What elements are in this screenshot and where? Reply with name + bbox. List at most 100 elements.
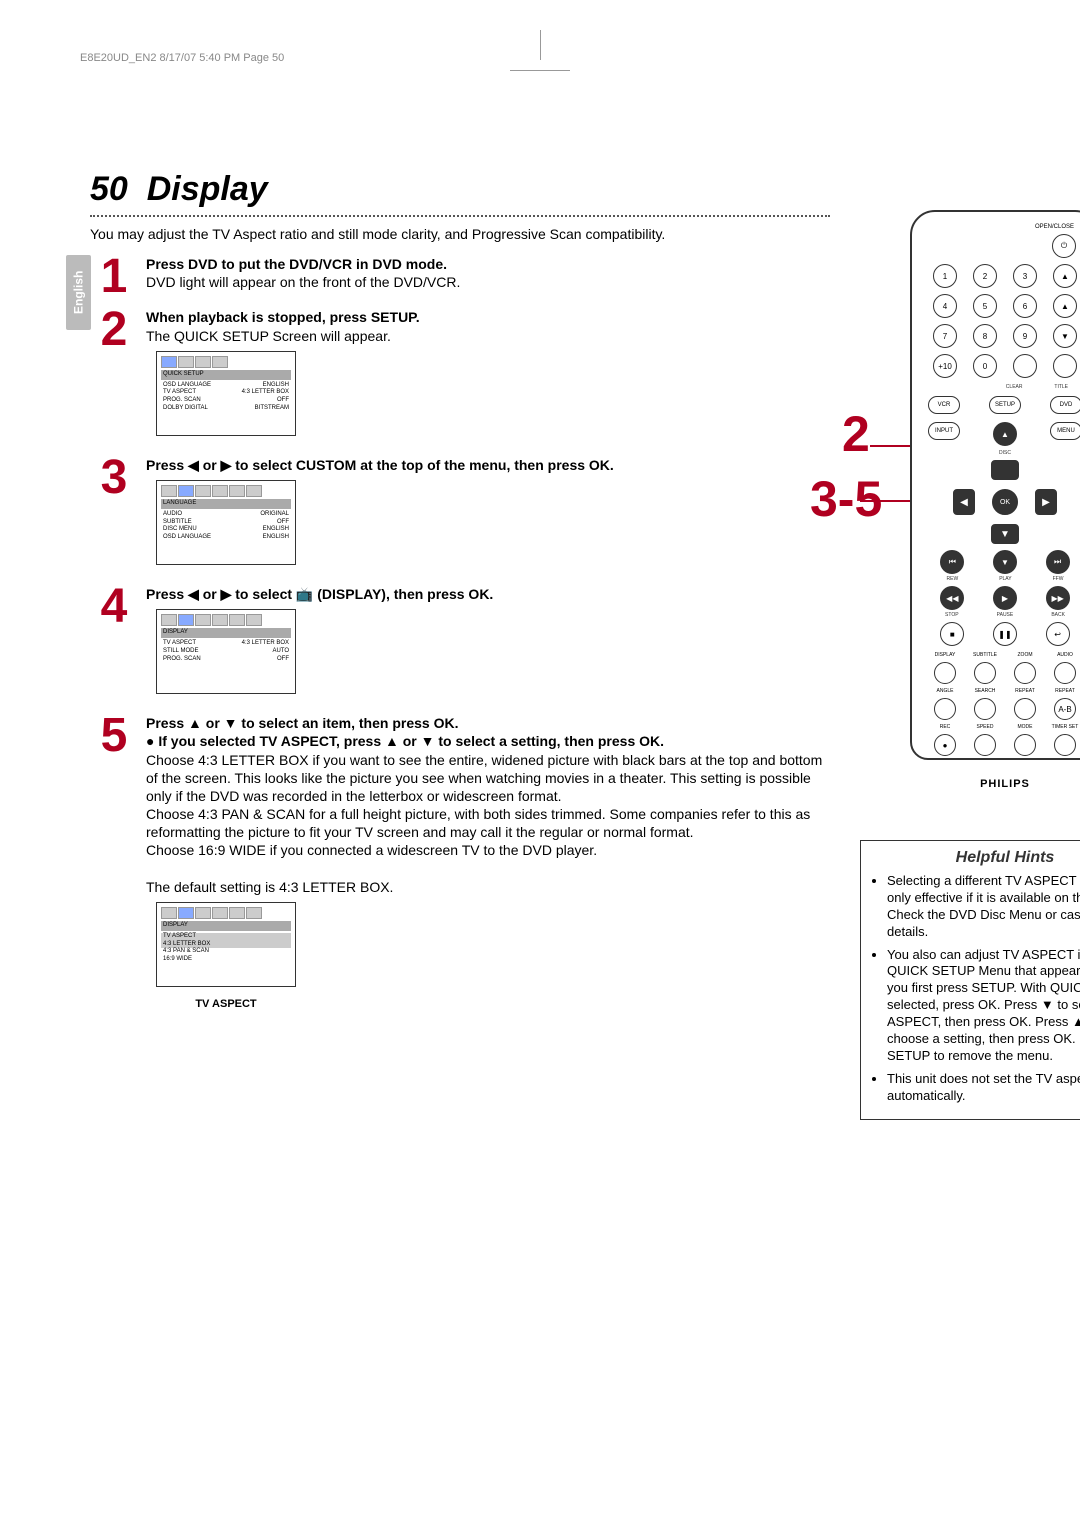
num-5[interactable]: 5 bbox=[973, 294, 997, 318]
manual-page: E8E20UD_EN2 8/17/07 5:40 PM Page 50 Engl… bbox=[0, 0, 1080, 1528]
stop-button[interactable]: ■ bbox=[940, 622, 964, 646]
num-1[interactable]: 1 bbox=[933, 264, 957, 288]
pause-button[interactable]: ❚❚ bbox=[993, 622, 1017, 646]
num-3[interactable]: 3 bbox=[1013, 264, 1037, 288]
next-button[interactable]: ⏭ bbox=[1046, 550, 1070, 574]
step-1: 1 Press DVD to put the DVD/VCR in DVD mo… bbox=[90, 255, 830, 298]
step-5-p2: Choose 4:3 PAN & SCAN for a full height … bbox=[146, 806, 810, 840]
step-2-number: 2 bbox=[90, 308, 138, 351]
right-column: 1 2 3-5 OPEN/CLOSE ⏻ 1 2 3 ▲ 4 5 bbox=[860, 170, 1080, 1120]
step-1-text: DVD light will appear on the front of th… bbox=[146, 274, 460, 290]
callout-3-5: 3-5 bbox=[810, 470, 882, 528]
remote-figure: 1 2 3-5 OPEN/CLOSE ⏻ 1 2 3 ▲ 4 5 bbox=[910, 210, 1080, 760]
divider-dotted bbox=[90, 215, 830, 217]
osd-quick-setup: QUICK SETUP OSD LANGUAGEENGLISH TV ASPEC… bbox=[156, 351, 296, 436]
vcr-button[interactable]: VCR bbox=[928, 396, 960, 414]
step-2-text: The QUICK SETUP Screen will appear. bbox=[146, 328, 391, 344]
step-1-heading: Press DVD to put the DVD/VCR in DVD mode… bbox=[146, 256, 447, 272]
osd-language: LANGUAGE AUDIOORIGINAL SUBTITLEOFF DISC … bbox=[156, 480, 296, 565]
hint-item: This unit does not set the TV aspect aut… bbox=[887, 1071, 1080, 1105]
left-column: 50 Display You may adjust the TV Aspect … bbox=[90, 170, 830, 1120]
page-content: 50 Display You may adjust the TV Aspect … bbox=[90, 170, 1010, 1120]
speed-button[interactable] bbox=[974, 734, 996, 756]
num-7[interactable]: 7 bbox=[933, 324, 957, 348]
display-button[interactable] bbox=[934, 662, 956, 684]
step-5-subheading: ● If you selected TV ASPECT, press ▲ or … bbox=[146, 733, 664, 749]
step-4: 4 Press ◀ or ▶ to select 📺 (DISPLAY), th… bbox=[90, 585, 830, 704]
setup-button[interactable]: SETUP bbox=[989, 396, 1021, 414]
mode-row: VCR SETUP DVD bbox=[926, 394, 1080, 416]
eject-button[interactable]: ▲ bbox=[1053, 264, 1077, 288]
number-pad: 1 2 3 ▲ 4 5 6 ▲ 7 8 9 ▼ +10 0 bbox=[926, 262, 1080, 380]
rew-button[interactable]: ◀◀ bbox=[940, 586, 964, 610]
step-4-heading: Press ◀ or ▶ to select 📺 (DISPLAY), then… bbox=[146, 586, 493, 602]
num-plus10[interactable]: +10 bbox=[933, 354, 957, 378]
search-button[interactable] bbox=[974, 698, 996, 720]
play-down-button[interactable]: ▼ bbox=[993, 550, 1017, 574]
num-0[interactable]: 0 bbox=[973, 354, 997, 378]
osd-display: DISPLAY TV ASPECT4:3 LETTER BOX STILL MO… bbox=[156, 609, 296, 694]
language-tab: English bbox=[66, 255, 91, 330]
power-button[interactable]: ⏻ bbox=[1052, 234, 1076, 258]
step-2-heading: When playback is stopped, press SETUP. bbox=[146, 309, 420, 325]
subtitle-button[interactable] bbox=[974, 662, 996, 684]
step-5-heading: Press ▲ or ▼ to select an item, then pre… bbox=[146, 715, 458, 731]
input-button[interactable]: INPUT bbox=[928, 422, 960, 440]
osd-tv-aspect: DISPLAY TV ASPECT 4:3 LETTER BOX 4:3 PAN… bbox=[156, 902, 296, 987]
ffw-button[interactable]: ▶▶ bbox=[1046, 586, 1070, 610]
dpad-down[interactable]: ▼ bbox=[991, 524, 1019, 544]
hint-item: You also can adjust TV ASPECT in the QUI… bbox=[887, 947, 1080, 1065]
callout-2: 2 bbox=[842, 405, 870, 463]
dvd-button[interactable]: DVD bbox=[1050, 396, 1080, 414]
disc-up-button[interactable]: ▲ bbox=[993, 422, 1017, 446]
page-title: 50 Display bbox=[90, 170, 830, 209]
menu-button[interactable]: MENU bbox=[1050, 422, 1080, 440]
mode-button[interactable] bbox=[1014, 734, 1036, 756]
step-3-heading: Press ◀ or ▶ to select CUSTOM at the top… bbox=[146, 457, 614, 473]
title-button[interactable] bbox=[1053, 354, 1077, 378]
repeat-ab-button[interactable]: A-B bbox=[1054, 698, 1076, 720]
step-2-body: When playback is stopped, press SETUP. T… bbox=[146, 308, 830, 445]
step-1-number: 1 bbox=[90, 255, 138, 298]
repeat-button[interactable] bbox=[1014, 698, 1036, 720]
zoom-button[interactable] bbox=[1014, 662, 1036, 684]
page-number: 50 bbox=[90, 170, 128, 208]
step-5: 5 Press ▲ or ▼ to select an item, then p… bbox=[90, 714, 830, 1011]
timer-set-button[interactable] bbox=[1054, 734, 1076, 756]
hint-item: Selecting a different TV ASPECT Setting … bbox=[887, 873, 1080, 941]
num-2[interactable]: 2 bbox=[973, 264, 997, 288]
audio-button[interactable] bbox=[1054, 662, 1076, 684]
num-6[interactable]: 6 bbox=[1013, 294, 1037, 318]
dpad-up[interactable] bbox=[991, 460, 1019, 480]
dpad-left[interactable]: ◀ bbox=[953, 489, 975, 515]
num-9[interactable]: 9 bbox=[1013, 324, 1037, 348]
step-5-number: 5 bbox=[90, 714, 138, 757]
step-2: 2 When playback is stopped, press SETUP.… bbox=[90, 308, 830, 445]
hints-title: Helpful Hints bbox=[873, 849, 1080, 867]
hints-list: Selecting a different TV ASPECT Setting … bbox=[873, 873, 1080, 1105]
num-4[interactable]: 4 bbox=[933, 294, 957, 318]
ok-button[interactable]: OK bbox=[992, 489, 1018, 515]
step-1-body: Press DVD to put the DVD/VCR in DVD mode… bbox=[146, 255, 830, 291]
remote-control: OPEN/CLOSE ⏻ 1 2 3 ▲ 4 5 6 ▲ 7 8 9 bbox=[910, 210, 1080, 760]
rec-button[interactable]: ● bbox=[934, 734, 956, 756]
prev-button[interactable]: ⏮ bbox=[940, 550, 964, 574]
step-5-p3: Choose 16:9 WIDE if you connected a wide… bbox=[146, 842, 597, 858]
osd-caption: TV ASPECT bbox=[156, 997, 296, 1011]
function-grid: DISPLAY SUBTITLE ZOOM AUDIO ANGLE SEARCH… bbox=[926, 652, 1080, 758]
dpad: ▼ ◀ ▶ OK bbox=[955, 462, 1055, 542]
open-close-label: OPEN/CLOSE bbox=[1035, 224, 1074, 230]
dpad-right[interactable]: ▶ bbox=[1035, 489, 1057, 515]
helpful-hints-box: Helpful Hints Selecting a different TV A… bbox=[860, 840, 1080, 1120]
step-3: 3 Press ◀ or ▶ to select CUSTOM at the t… bbox=[90, 456, 830, 575]
back-button[interactable]: ↩ bbox=[1046, 622, 1070, 646]
clear-button[interactable] bbox=[1013, 354, 1037, 378]
num-8[interactable]: 8 bbox=[973, 324, 997, 348]
intro-text: You may adjust the TV Aspect ratio and s… bbox=[90, 225, 830, 243]
angle-button[interactable] bbox=[934, 698, 956, 720]
play-button[interactable]: ▶ bbox=[993, 586, 1017, 610]
tracking-down-button[interactable]: ▼ bbox=[1053, 324, 1077, 348]
step-5-body: Press ▲ or ▼ to select an item, then pre… bbox=[146, 714, 830, 1011]
tracking-up-button[interactable]: ▲ bbox=[1053, 294, 1077, 318]
print-header: E8E20UD_EN2 8/17/07 5:40 PM Page 50 bbox=[80, 52, 284, 64]
